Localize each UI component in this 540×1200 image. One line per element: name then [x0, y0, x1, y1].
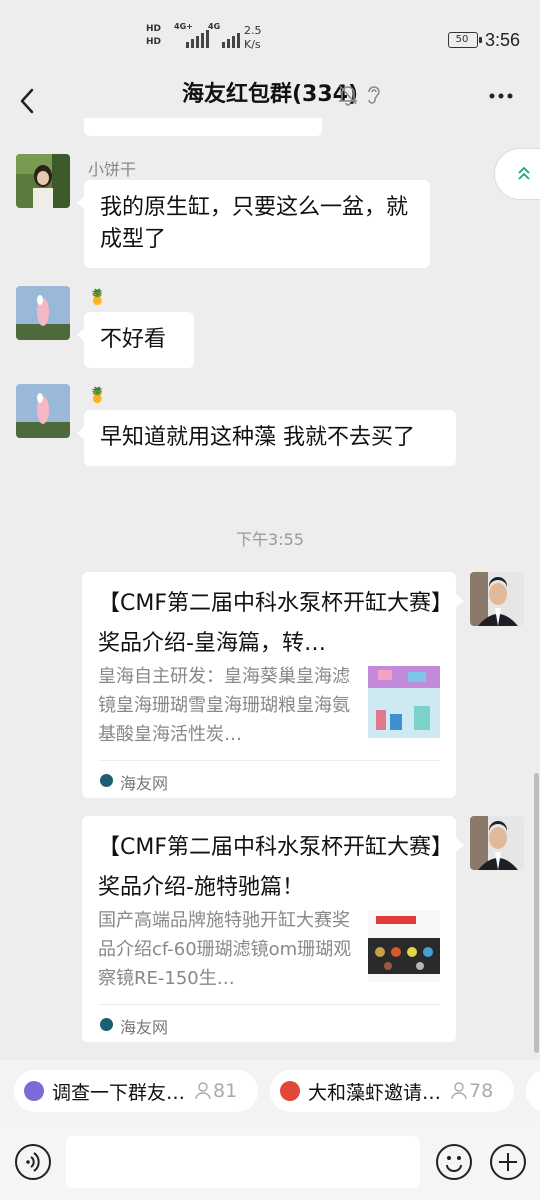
user-icon [195, 1082, 211, 1100]
avatar[interactable] [16, 286, 70, 340]
chip-label: 调查一下群友… [52, 1081, 186, 1104]
user-icon [451, 1082, 467, 1100]
card-title: 【CMF第二届中科水泵杯开缸大赛】奖品介绍-施特驰篇！ [98, 835, 442, 900]
chip-count-value: 78 [469, 1080, 494, 1102]
source-icon [100, 774, 113, 787]
avatar[interactable] [470, 572, 524, 626]
source-icon [100, 1018, 113, 1031]
gift-icon [280, 1081, 300, 1101]
input-bar [0, 1122, 540, 1200]
net2-label: 4G [208, 22, 221, 31]
sim1-label: HD [146, 24, 162, 34]
partial-message-bubble[interactable] [84, 118, 322, 136]
card-description: 国产高端品牌施特驰开缸大赛奖品介绍cf-60珊瑚滤镜om珊瑚观察镜RE-150生… [98, 910, 352, 989]
message-text: 不好看 [100, 327, 167, 352]
signal-icon-2: 4G [208, 22, 240, 48]
group-chip-survey[interactable]: 调查一下群友… 81 [14, 1070, 258, 1112]
chip-count: 81 [195, 1080, 237, 1102]
sim2-label: HD [146, 37, 162, 47]
message-bubble[interactable]: 早知道就用这种藻 我就不去买了 [77, 410, 456, 466]
battery-icon: 50 [448, 32, 482, 48]
clock: 3:56 [485, 30, 521, 50]
link-card[interactable]: 【CMF第二届中科水泵杯开缸大赛】奖品介绍-皇海篇，转… 皇海自主研发：皇海葵巢… [82, 572, 464, 798]
sender-name: 🍍 [88, 386, 107, 404]
ear-icon [364, 84, 384, 106]
speed-unit: K/s [244, 38, 261, 51]
avatar[interactable] [470, 816, 524, 870]
more-icon[interactable] [486, 80, 518, 112]
card-source: 海友网 [120, 774, 169, 793]
message-timestamp: 下午3:55 [236, 530, 304, 549]
card-title: 【CMF第二届中科水泵杯开缸大赛】奖品介绍-皇海篇，转… [98, 591, 442, 656]
page-title: 海友红包群(334) [181, 82, 359, 107]
avatar[interactable] [16, 384, 70, 438]
avatar[interactable] [16, 154, 70, 208]
net1-label: 4G+ [174, 22, 193, 31]
status-bar: HD HD 4G+ 4G 2.5 K/s 50 3:56 [0, 0, 540, 78]
message-bubble[interactable]: 不好看 [77, 312, 194, 368]
sender-name: 小饼干 [88, 160, 137, 179]
message-text: 我的原生缸，只要这么一盆，就成型了 [100, 195, 409, 252]
message-list[interactable]: 小饼干 我的原生缸，只要这么一盆，就成型了 🍍 不好看 🍍 早知道就用这种藻 我… [0, 118, 540, 1060]
message-bubble[interactable]: 我的原生缸，只要这么一盆，就成型了 [77, 180, 430, 268]
group-chip-partial[interactable] [526, 1070, 540, 1112]
message-input[interactable] [66, 1136, 420, 1188]
network-speed: 2.5 K/s [244, 24, 262, 52]
card-thumbnail [368, 666, 440, 738]
speed-value: 2.5 [244, 24, 262, 37]
chip-count-value: 81 [213, 1080, 238, 1102]
message-text: 早知道就用这种藻 我就不去买了 [100, 425, 415, 450]
plus-icon[interactable] [490, 1144, 526, 1180]
card-source: 海友网 [120, 1018, 169, 1037]
scrollbar[interactable] [534, 773, 539, 1053]
survey-icon [24, 1081, 44, 1101]
mute-icon [338, 84, 358, 106]
voice-icon[interactable] [15, 1144, 51, 1180]
battery-level: 50 [455, 34, 469, 45]
sender-name: 🍍 [88, 288, 107, 306]
link-card[interactable]: 【CMF第二届中科水泵杯开缸大赛】奖品介绍-施特驰篇！ 国产高端品牌施特驰开缸大… [82, 816, 464, 1042]
signal-icon-1: 4G+ [174, 22, 209, 48]
emoji-icon[interactable] [436, 1144, 472, 1180]
group-chip-invite[interactable]: 大和藻虾邀请… 78 [270, 1070, 514, 1112]
scroll-to-unread-button[interactable] [494, 148, 540, 200]
chip-count: 78 [451, 1080, 493, 1102]
card-thumbnail [368, 910, 440, 982]
card-description: 皇海自主研发：皇海葵巢皇海滤镜皇海珊瑚雪皇海珊瑚粮皇海氨基酸皇海活性炭… [98, 666, 350, 745]
group-notice-bar: 调查一下群友… 81 大和藻虾邀请… 78 [0, 1060, 540, 1122]
divider [98, 760, 440, 761]
sim-indicator: HD HD [146, 24, 161, 50]
divider [98, 1004, 440, 1005]
chip-label: 大和藻虾邀请… [308, 1081, 442, 1104]
